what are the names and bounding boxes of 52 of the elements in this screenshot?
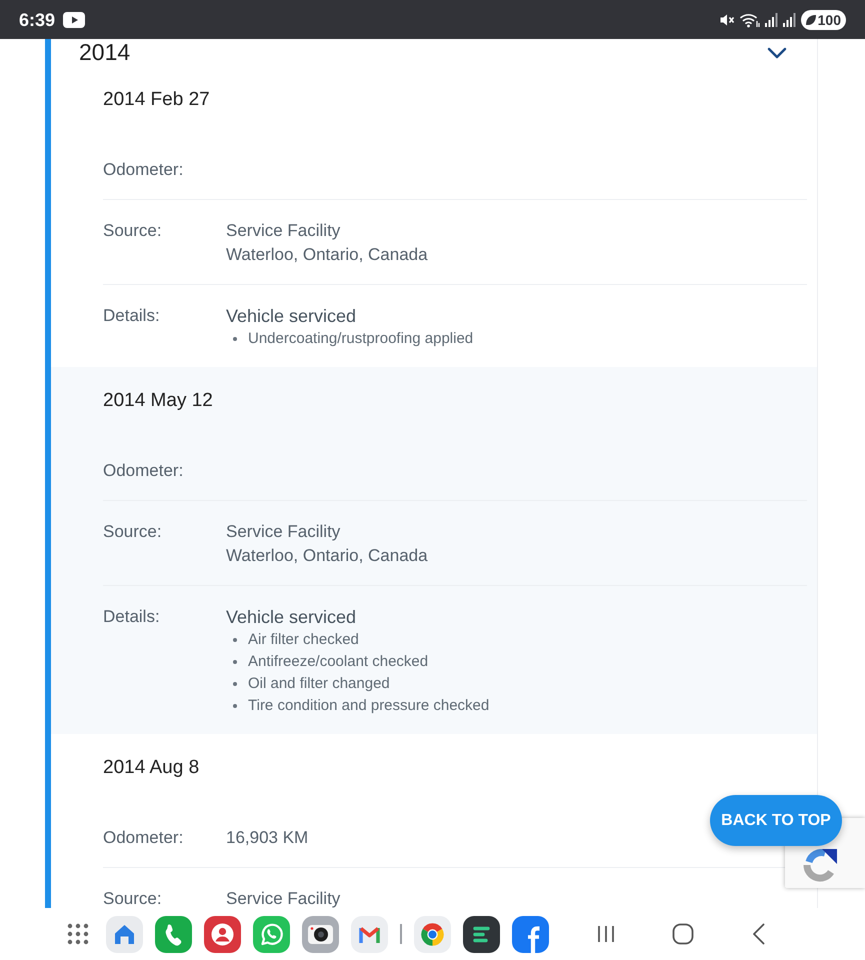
service-item: Tire condition and pressure checked bbox=[248, 696, 490, 716]
circular-arrow-icon bbox=[802, 847, 838, 883]
field-value: 16,903 KM bbox=[226, 827, 308, 849]
camera-icon[interactable] bbox=[302, 916, 339, 952]
service-item: Antifreeze/coolant checked bbox=[248, 652, 428, 672]
entry-date: 2014 Feb 27 bbox=[103, 88, 210, 112]
video-play-icon bbox=[63, 12, 86, 28]
wifi-icon bbox=[740, 12, 760, 28]
signal-icon bbox=[764, 12, 778, 26]
field-label: Source: bbox=[103, 521, 163, 543]
service-title: Vehicle serviced bbox=[226, 606, 358, 629]
mute-icon bbox=[718, 12, 735, 28]
contact-icon[interactable] bbox=[204, 916, 241, 952]
house-icon[interactable] bbox=[106, 916, 143, 952]
apps-grid-icon[interactable] bbox=[66, 922, 90, 946]
service-title: Vehicle serviced bbox=[226, 305, 358, 328]
recent-apps-icon[interactable] bbox=[596, 925, 616, 943]
field-label: Details: bbox=[103, 305, 161, 327]
bullet-icon bbox=[233, 660, 237, 664]
bars-icon[interactable] bbox=[462, 916, 500, 952]
field-label: Source: bbox=[103, 888, 163, 908]
bullet-icon bbox=[233, 704, 237, 708]
battery-level: 100 bbox=[818, 12, 841, 28]
bullet-icon bbox=[233, 638, 237, 642]
field-value: Waterloo, Ontario, Canada bbox=[226, 545, 428, 567]
field-value: Service Facility bbox=[226, 888, 340, 908]
field-label: Source: bbox=[103, 220, 163, 242]
year-heading: 2014 bbox=[79, 39, 130, 66]
phone-icon[interactable] bbox=[155, 916, 192, 952]
leaf-icon bbox=[804, 14, 817, 26]
home-button-icon[interactable] bbox=[672, 923, 694, 945]
bullet-icon bbox=[233, 682, 237, 686]
back-to-top-button[interactable]: BACK TO TOP bbox=[710, 795, 842, 846]
field-label: Details: bbox=[103, 606, 161, 628]
chevron-icon[interactable] bbox=[767, 46, 787, 58]
field-label: Odometer: bbox=[103, 460, 184, 482]
signal-icon bbox=[782, 12, 796, 26]
service-item: Air filter checked bbox=[248, 630, 359, 650]
letter-f-icon[interactable] bbox=[512, 916, 548, 952]
entry-date: 2014 May 12 bbox=[103, 389, 213, 413]
field-label: Odometer: bbox=[103, 827, 184, 849]
service-item: Undercoating/rustproofing applied bbox=[248, 329, 474, 349]
field-value: Waterloo, Ontario, Canada bbox=[226, 244, 428, 266]
bullet-icon bbox=[233, 337, 237, 341]
field-value: Service Facility bbox=[226, 220, 342, 242]
entry-date: 2014 Aug 8 bbox=[103, 756, 200, 780]
service-item: Oil and filter changed bbox=[248, 674, 390, 694]
status-time: 6:39 bbox=[19, 8, 56, 30]
mail-icon[interactable] bbox=[351, 916, 388, 952]
field-label: Odometer: bbox=[103, 159, 184, 181]
back-icon[interactable] bbox=[752, 923, 764, 945]
field-value: Service Facility bbox=[226, 521, 342, 543]
